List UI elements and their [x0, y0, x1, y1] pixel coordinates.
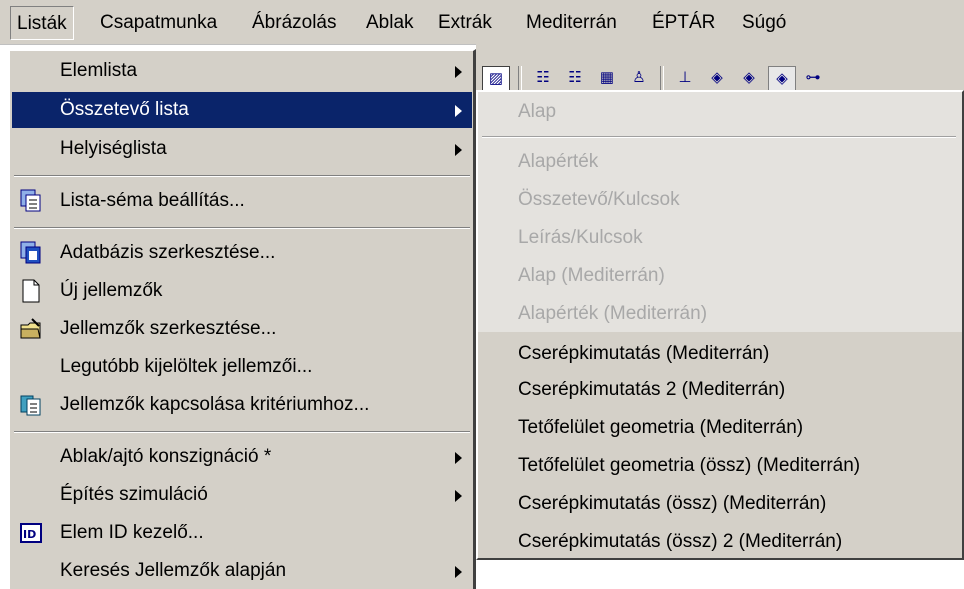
menu-extrak[interactable]: Extrák: [432, 6, 498, 40]
toolbar-separator: [518, 66, 522, 90]
menu-csapatmunka[interactable]: Csapatmunka: [94, 6, 223, 40]
menu-item-legutobb-kijeloltek[interactable]: Legutóbb kijelöltek jellemzői...: [12, 349, 472, 385]
menu-item-kereses[interactable]: Keresés Jellemzők alapján: [12, 553, 472, 589]
listak-dropdown: Elemlista Összetevő lista Helyiséglista …: [8, 49, 476, 589]
shape2-icon[interactable]: ◈: [736, 66, 762, 90]
shape1-icon[interactable]: ◈: [704, 66, 730, 90]
submenu-item-tetofelulet-geometria-ossz[interactable]: Tetőfelület geometria (össz) (Mediterrán…: [518, 448, 860, 484]
menu-item-label: Új jellemzők: [60, 280, 163, 301]
link-criteria-icon: [20, 395, 41, 416]
menu-item-label: Adatbázis szerkesztése...: [60, 242, 276, 263]
list2-icon[interactable]: ☷: [562, 66, 588, 90]
menu-listak[interactable]: Listák: [10, 6, 74, 40]
list-schema-icon: [20, 189, 41, 212]
submenu-separator: [482, 136, 956, 138]
submenu-item-cserepkimutatas-ossz-2[interactable]: Cserépkimutatás (össz) 2 (Mediterrán): [518, 524, 842, 560]
menu-item-label: Elem ID kezelő...: [60, 522, 204, 543]
submenu-item-leiras-kulcsok: Leírás/Kulcsok: [518, 227, 643, 248]
id-icon: ID: [20, 523, 42, 543]
submenu-arrow-icon: [455, 144, 462, 156]
submenu-arrow-icon: [455, 452, 462, 464]
toolbar-separator: [660, 66, 664, 90]
menu-item-helyiseglista[interactable]: Helyiséglista: [12, 131, 472, 167]
submenu-item-alap: Alap: [518, 101, 557, 122]
drawing-area: [476, 560, 964, 589]
menu-bar: Listák Csapatmunka Ábrázolás Ablak Extrá…: [0, 0, 964, 45]
list-icon[interactable]: ☷: [530, 66, 556, 90]
submenu-item-osszetevo-kulcsok: Összetevő/Kulcsok: [518, 189, 680, 210]
submenu-item-cserepkimutatas-2[interactable]: Cserépkimutatás 2 (Mediterrán): [518, 372, 785, 408]
menu-item-elem-id[interactable]: ID Elem ID kezelő...: [12, 515, 472, 551]
menu-item-label: Építés szimuláció: [60, 484, 208, 505]
menu-eptar[interactable]: ÉPTÁR: [646, 6, 721, 40]
menu-item-label: Lista-séma beállítás...: [60, 190, 245, 211]
menu-separator: [14, 175, 470, 177]
grid-icon[interactable]: ▦: [594, 66, 620, 90]
svg-text:ID: ID: [23, 528, 36, 541]
menu-item-label: Jellemzők szerkesztése...: [60, 318, 277, 339]
menu-item-epites-szimulacio[interactable]: Építés szimuláció: [12, 477, 472, 513]
osszetevo-lista-submenu: Alap Alapérték Összetevő/Kulcsok Leírás/…: [476, 90, 964, 560]
submenu-item-alapertek-mediterran: Alapérték (Mediterrán): [518, 303, 708, 324]
edit-folder-icon: [20, 318, 41, 339]
menu-item-label: Ablak/ajtó konszignáció *: [60, 446, 272, 467]
menu-item-label: Helyiséglista: [60, 138, 167, 159]
menu-item-label: Legutóbb kijelöltek jellemzői...: [60, 356, 313, 377]
person-icon[interactable]: ♙: [626, 66, 652, 90]
submenu-arrow-icon: [455, 66, 462, 78]
menu-item-jellemzok-szerkesztese[interactable]: Jellemzők szerkesztése...: [12, 311, 472, 347]
menu-item-label: Összetevő lista: [60, 99, 189, 120]
menu-separator: [14, 431, 470, 433]
wall-tool-icon[interactable]: ▨: [482, 66, 510, 92]
submenu-item-cserepkimutatas[interactable]: Cserépkimutatás (Mediterrán): [518, 336, 769, 372]
menu-item-lista-sema[interactable]: Lista-séma beállítás...: [12, 183, 472, 219]
submenu-arrow-icon: [455, 105, 462, 117]
menu-ablak[interactable]: Ablak: [360, 6, 420, 40]
menu-item-adatbazis[interactable]: Adatbázis szerkesztése...: [12, 235, 472, 271]
menu-item-label: Elemlista: [60, 60, 138, 81]
menu-item-jellemzok-kapcsolasa[interactable]: Jellemzők kapcsolása kritériumhoz...: [12, 387, 472, 423]
submenu-item-tetofelulet-geometria[interactable]: Tetőfelület geometria (Mediterrán): [518, 410, 803, 446]
menu-item-ablak-ajto[interactable]: Ablak/ajtó konszignáció *: [12, 439, 472, 475]
submenu-arrow-icon: [455, 490, 462, 502]
database-icon: [20, 241, 41, 264]
menu-abrazolas[interactable]: Ábrázolás: [246, 6, 343, 40]
submenu-item-alapertek: Alapérték: [518, 151, 599, 172]
new-document-icon: [22, 279, 40, 303]
shape4-icon[interactable]: ⊶: [800, 66, 826, 90]
submenu-item-cserepkimutatas-ossz[interactable]: Cserépkimutatás (össz) (Mediterrán): [518, 486, 826, 522]
menu-item-elemlista[interactable]: Elemlista: [12, 53, 472, 89]
submenu-arrow-icon: [455, 566, 462, 578]
shape3-icon[interactable]: ◈: [768, 66, 796, 92]
menu-mediterran[interactable]: Mediterrán: [520, 6, 623, 40]
menu-item-uj-jellemzok[interactable]: Új jellemzők: [12, 273, 472, 309]
axis-icon[interactable]: ⊥: [672, 66, 698, 90]
menu-item-label: Keresés Jellemzők alapján: [60, 560, 287, 581]
menu-item-label: Jellemzők kapcsolása kritériumhoz...: [60, 394, 370, 415]
menu-separator: [14, 227, 470, 229]
submenu-item-alap-mediterran: Alap (Mediterrán): [518, 265, 665, 286]
menu-item-osszetevo-lista[interactable]: Összetevő lista: [12, 92, 472, 128]
menu-sugo[interactable]: Súgó: [736, 6, 792, 40]
